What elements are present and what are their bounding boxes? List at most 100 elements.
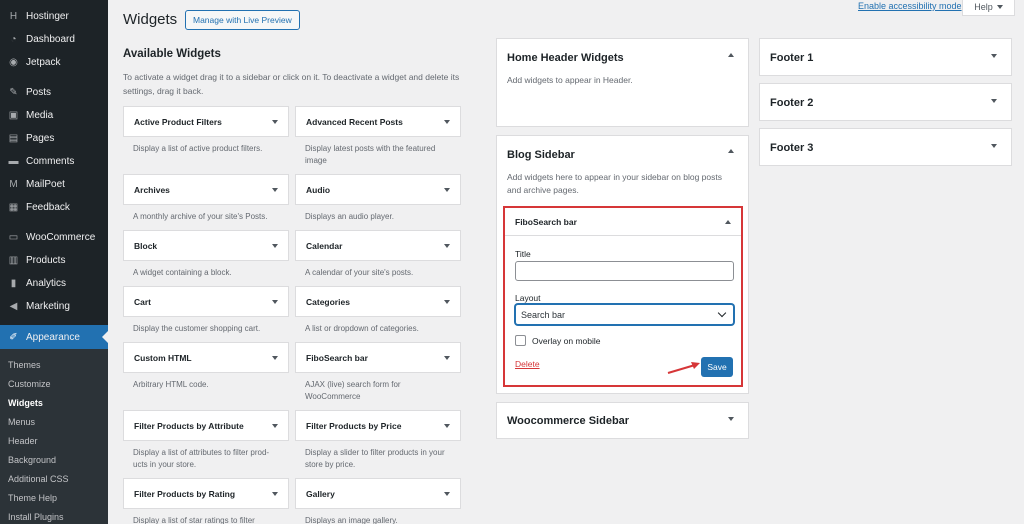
widget-cart[interactable]: Cart [123, 286, 289, 317]
widget-description: Displays an image gallery. [305, 516, 398, 524]
area-footer-3[interactable]: Footer 3 [759, 128, 1012, 166]
widget-advanced-recent-posts[interactable]: Advanced Recent Posts [295, 106, 461, 137]
caret-down-icon[interactable] [444, 119, 450, 124]
layout-select[interactable]: Search bar [515, 304, 734, 325]
sidebar-item-label: Media [26, 110, 54, 121]
mailpoet-icon: M [9, 179, 18, 190]
area-title[interactable]: Footer 2 [770, 97, 813, 109]
widget-description: Display a list of star ratings to filter [133, 516, 255, 524]
widget-calendar[interactable]: Calendar [295, 230, 461, 261]
widget-filter-by-attribute[interactable]: Filter Products by Attribute [123, 410, 289, 441]
sidebar-item-pages[interactable]: ▤ Pages [0, 127, 108, 150]
widget-title: Block [134, 240, 158, 251]
save-button[interactable]: Save [701, 357, 733, 377]
submenu-additional-css[interactable]: Additional CSS [0, 469, 108, 488]
products-icon: ▥ [8, 255, 19, 266]
caret-down-icon[interactable] [444, 491, 450, 496]
widget-title: Calendar [306, 240, 343, 251]
area-footer-1[interactable]: Footer 1 [759, 38, 1012, 76]
submenu-header[interactable]: Header [0, 431, 108, 450]
widget-archives[interactable]: Archives [123, 174, 289, 205]
layout-label: Layout [515, 293, 541, 303]
area-woocommerce-sidebar[interactable]: Woocommerce Sidebar [496, 402, 749, 439]
sidebar-item-comments[interactable]: ▬ Comments [0, 150, 108, 173]
expand-icon[interactable] [728, 417, 734, 421]
caret-down-icon[interactable] [444, 299, 450, 304]
expand-icon[interactable] [991, 144, 997, 148]
sidebar-item-mailpoet[interactable]: M MailPoet [0, 173, 108, 196]
widget-filter-by-rating[interactable]: Filter Products by Rating [123, 478, 289, 509]
widget-gallery[interactable]: Gallery [295, 478, 461, 509]
submenu-customize[interactable]: Customize [0, 374, 108, 393]
collapse-icon[interactable] [728, 53, 734, 57]
widget-custom-html[interactable]: Custom HTML [123, 342, 289, 373]
widget-active-product-filters[interactable]: Active Product Filters [123, 106, 289, 137]
accessibility-mode-link[interactable]: Enable accessibility mode [858, 1, 962, 11]
caret-down-icon[interactable] [272, 299, 278, 304]
available-widgets-title: Available Widgets [123, 48, 221, 60]
collapse-icon[interactable] [725, 219, 731, 224]
caret-down-icon[interactable] [444, 187, 450, 192]
widget-description: Display the customer shopping cart. [133, 324, 261, 333]
area-footer-2[interactable]: Footer 2 [759, 83, 1012, 121]
overlay-checkbox[interactable] [515, 335, 526, 346]
area-title[interactable]: Woocommerce Sidebar [507, 415, 629, 427]
submenu-install-plugins[interactable]: Install Plugins [0, 507, 108, 524]
sidebar-item-dashboard[interactable]: ◔ Dashboard [0, 28, 108, 51]
sidebar-item-jetpack[interactable]: ◉ Jetpack [0, 51, 108, 74]
delete-link[interactable]: Delete [515, 359, 540, 369]
sidebar-item-analytics[interactable]: ▮ Analytics [0, 272, 108, 295]
sidebar-item-label: Posts [26, 87, 52, 98]
caret-down-icon[interactable] [272, 491, 278, 496]
overlay-label: Overlay on mobile [532, 335, 601, 346]
submenu-theme-help[interactable]: Theme Help [0, 488, 108, 507]
sidebar-item-feedback[interactable]: ▦ Feedback [0, 196, 108, 219]
submenu-widgets[interactable]: Widgets [0, 393, 108, 412]
sidebar-item-products[interactable]: ▥ Products [0, 249, 108, 272]
fibosearch-widget-header[interactable]: FiboSearch bar [505, 208, 741, 236]
widget-fibosearch-bar[interactable]: FiboSearch bar [295, 342, 461, 373]
media-icon: ▣ [8, 110, 19, 121]
caret-down-icon[interactable] [272, 243, 278, 248]
area-title[interactable]: Blog Sidebar [507, 149, 575, 161]
widget-title: Audio [306, 184, 331, 195]
area-title[interactable]: Footer 3 [770, 142, 813, 154]
caret-down-icon[interactable] [272, 423, 278, 428]
widget-description: A calendar of your site's posts. [305, 268, 414, 277]
sidebar-item-label: Analytics [26, 278, 67, 289]
caret-down-icon[interactable] [444, 243, 450, 248]
caret-down-icon[interactable] [272, 355, 278, 360]
sidebar-item-hostinger[interactable]: H Hostinger [0, 5, 108, 28]
feedback-icon: ▦ [8, 202, 19, 213]
expand-icon[interactable] [991, 54, 997, 58]
widget-audio[interactable]: Audio [295, 174, 461, 205]
caret-down-icon[interactable] [444, 423, 450, 428]
caret-down-icon[interactable] [272, 119, 278, 124]
overlay-on-mobile-option[interactable]: Overlay on mobile [515, 335, 601, 346]
sidebar-item-marketing[interactable]: ◀ Marketing [0, 295, 108, 318]
widget-block[interactable]: Block [123, 230, 289, 261]
sidebar-item-woocommerce[interactable]: ▭ WooCommerce [0, 226, 108, 249]
sidebar-item-media[interactable]: ▣ Media [0, 104, 108, 127]
collapse-icon[interactable] [728, 149, 734, 153]
caret-down-icon[interactable] [272, 187, 278, 192]
widget-categories[interactable]: Categories [295, 286, 461, 317]
widget-title: Filter Products by Attribute [134, 420, 244, 431]
sidebar-item-label: Appearance [26, 331, 80, 343]
live-preview-button[interactable]: Manage with Live Preview [185, 10, 300, 30]
widget-title: FiboSearch bar [306, 352, 368, 363]
expand-icon[interactable] [991, 99, 997, 103]
submenu-menus[interactable]: Menus [0, 412, 108, 431]
widget-filter-by-price[interactable]: Filter Products by Price [295, 410, 461, 441]
sidebar-item-appearance[interactable]: ✐ Appearance [0, 325, 108, 349]
area-description: Add widgets here to appear in your sideb… [507, 172, 722, 195]
caret-down-icon[interactable] [444, 355, 450, 360]
title-label: Title [515, 249, 531, 259]
title-field[interactable] [515, 261, 734, 281]
submenu-themes[interactable]: Themes [0, 355, 108, 374]
area-title[interactable]: Footer 1 [770, 52, 813, 64]
area-title[interactable]: Home Header Widgets [507, 52, 624, 64]
help-tab[interactable]: Help [962, 0, 1015, 16]
sidebar-item-posts[interactable]: ✎ Posts [0, 81, 108, 104]
submenu-background[interactable]: Background [0, 450, 108, 469]
